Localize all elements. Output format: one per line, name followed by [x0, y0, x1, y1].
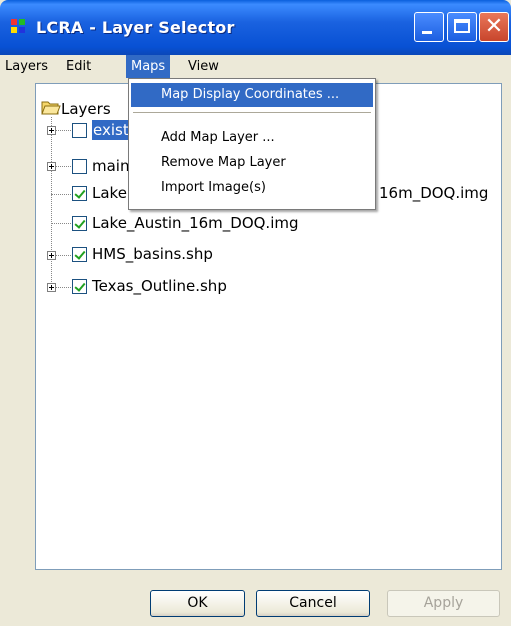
checkbox-icon[interactable]: [72, 216, 87, 231]
tree-item-label[interactable]: Texas_Outline.shp: [92, 276, 227, 296]
minimize-button[interactable]: [414, 12, 444, 42]
folder-open-icon: [41, 100, 61, 115]
tree-item-label-suffix: 16m_DOQ.img: [379, 184, 489, 202]
menu-item-map-display-coordinates[interactable]: Map Display Coordinates ...: [131, 83, 373, 107]
checkbox-icon[interactable]: [72, 279, 87, 294]
menu-layers[interactable]: Layers: [0, 55, 53, 78]
tree-branch-line: [51, 223, 71, 224]
layer-selector-window: LCRA - Layer Selector ✕ Layers Edit Maps…: [0, 0, 511, 626]
checkbox-icon[interactable]: [72, 123, 87, 138]
cancel-button[interactable]: Cancel: [256, 590, 370, 617]
expand-icon[interactable]: [47, 126, 56, 135]
checkbox-icon[interactable]: [72, 247, 87, 262]
tree-item-label[interactable]: HMS_basins.shp: [92, 244, 213, 264]
expand-icon[interactable]: [47, 283, 56, 292]
expand-icon[interactable]: [47, 162, 56, 171]
maximize-button[interactable]: [447, 12, 477, 42]
tree-branch-line: [51, 194, 71, 195]
app-grid-icon: [11, 19, 27, 35]
window-title: LCRA - Layer Selector: [36, 18, 235, 37]
close-icon: ✕: [484, 14, 504, 39]
checkbox-icon[interactable]: [72, 159, 87, 174]
menu-separator: [133, 112, 371, 114]
close-button[interactable]: ✕: [479, 12, 509, 42]
maximize-icon: [454, 19, 470, 33]
apply-button[interactable]: Apply: [387, 590, 500, 617]
menu-item-remove-map-layer[interactable]: Remove Map Layer: [131, 151, 373, 175]
tree-root-label[interactable]: Layers: [61, 99, 111, 119]
tree-item-label[interactable]: Lake_Austin_16m_DOQ.img: [92, 213, 299, 233]
menu-bar: Layers Edit Maps View: [0, 55, 511, 78]
tree-item-label[interactable]: Lake: [92, 183, 127, 203]
maps-dropdown-menu: Map Display Coordinates ... Add Map Laye…: [128, 78, 376, 210]
menu-maps[interactable]: Maps: [126, 55, 171, 78]
menu-view[interactable]: View: [183, 55, 224, 78]
menu-edit[interactable]: Edit: [61, 55, 96, 78]
title-bar[interactable]: LCRA - Layer Selector ✕: [0, 0, 511, 55]
menu-item-add-map-layer[interactable]: Add Map Layer ...: [131, 126, 373, 150]
tree-connector: [51, 117, 52, 292]
ok-button[interactable]: OK: [150, 590, 245, 617]
tree-item-label[interactable]: exist: [92, 120, 130, 140]
expand-icon[interactable]: [47, 251, 56, 260]
minimize-icon: [422, 31, 432, 34]
tree-item-label[interactable]: main: [92, 156, 129, 176]
checkbox-icon[interactable]: [72, 186, 87, 201]
menu-item-import-images[interactable]: Import Image(s): [131, 176, 373, 200]
